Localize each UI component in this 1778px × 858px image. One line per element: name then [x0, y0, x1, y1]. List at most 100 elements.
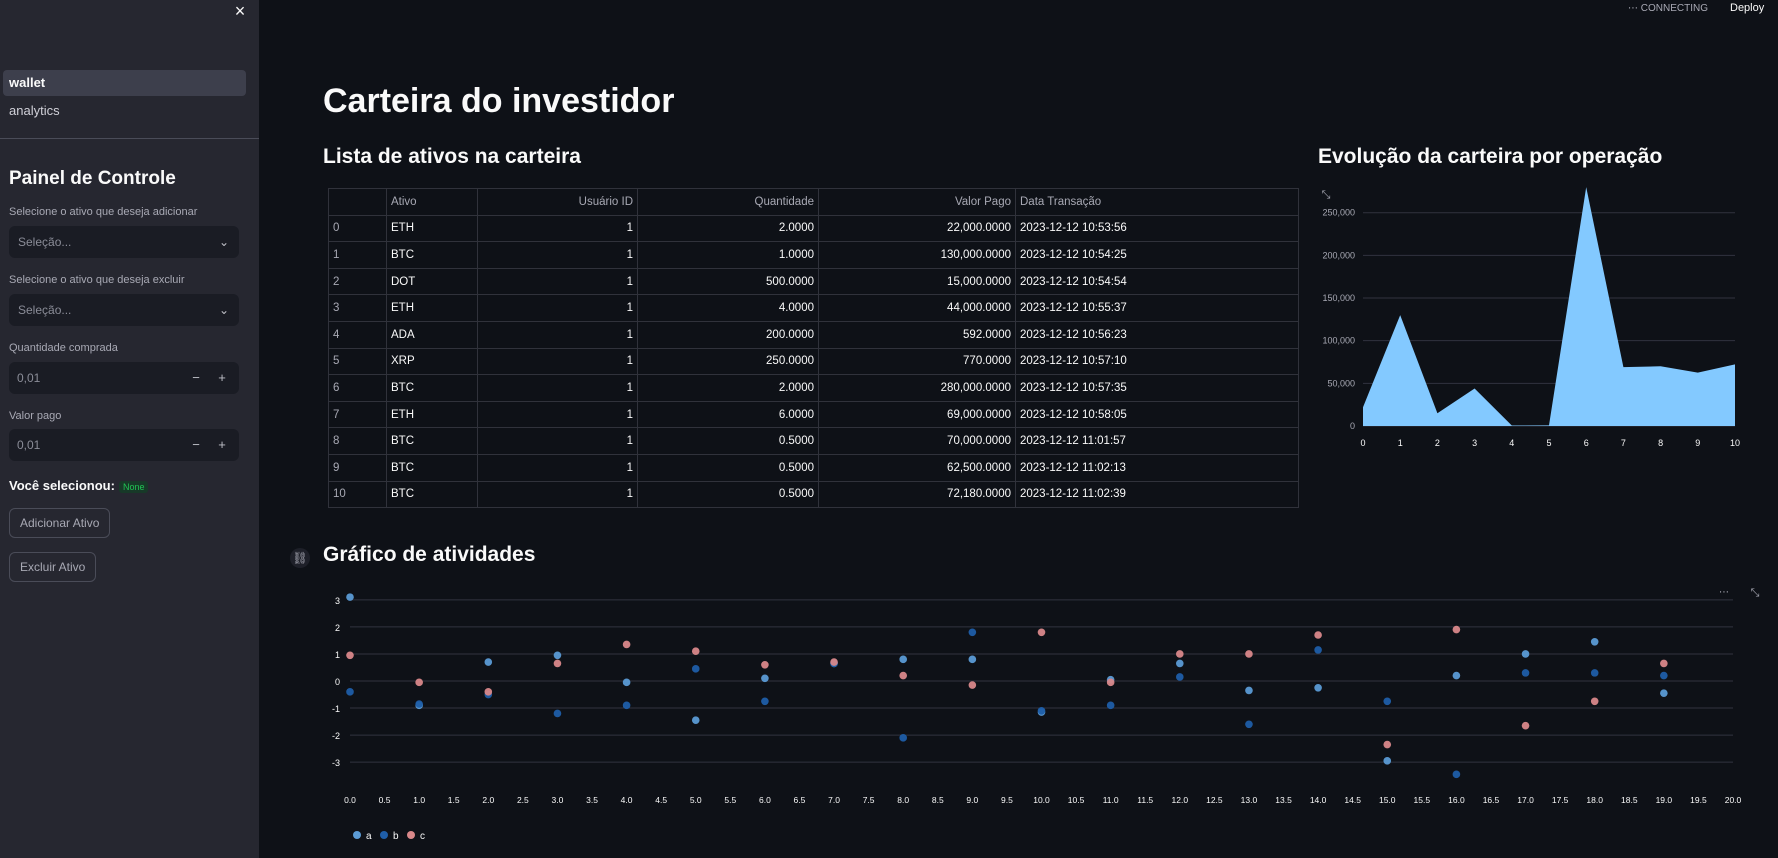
add-asset-button[interactable]: Adicionar Ativo: [9, 508, 111, 538]
column-header-data-transacao[interactable]: Data Transação: [1015, 188, 1299, 216]
cell-index[interactable]: 5: [328, 347, 387, 376]
cell-usuario-id[interactable]: 1: [477, 214, 638, 243]
cell-ativo[interactable]: BTC: [386, 241, 478, 269]
cell-ativo[interactable]: ETH: [386, 214, 478, 243]
remove-asset-button[interactable]: Excluir Ativo: [9, 552, 97, 582]
quantity-input[interactable]: 0,01: [17, 362, 40, 394]
paid-value-stepper[interactable]: 0,01 − +: [9, 429, 239, 461]
cell-data-transacao[interactable]: 2023-12-12 10:56:23: [1015, 320, 1299, 349]
cell-index[interactable]: 4: [328, 320, 387, 349]
increment-icon[interactable]: +: [210, 433, 234, 457]
cell-index[interactable]: 9: [328, 453, 387, 482]
cell-usuario-id[interactable]: 1: [477, 294, 638, 322]
column-header-usuario-id[interactable]: Usuário ID: [477, 188, 638, 216]
deploy-button[interactable]: Deploy: [1730, 2, 1764, 14]
cell-ativo[interactable]: DOT: [386, 267, 478, 296]
cell-quantidade[interactable]: 0.5000: [637, 480, 819, 509]
cell-valor-pago[interactable]: 72,180.0000: [818, 480, 1016, 509]
cell-usuario-id[interactable]: 1: [477, 400, 638, 429]
cell-index[interactable]: 10: [328, 480, 387, 509]
cell-valor-pago[interactable]: 70,000.0000: [818, 427, 1016, 455]
cell-quantidade[interactable]: 250.0000: [637, 347, 819, 376]
cell-quantidade[interactable]: 0.5000: [637, 427, 819, 455]
link-icon[interactable]: ⛓: [290, 548, 310, 568]
cell-data-transacao[interactable]: 2023-12-12 11:02:13: [1015, 453, 1299, 482]
cell-quantidade[interactable]: 0.5000: [637, 453, 819, 482]
nav-item-analytics[interactable]: analytics: [3, 98, 246, 124]
cell-valor-pago[interactable]: 62,500.0000: [818, 453, 1016, 482]
table-row[interactable]: 9 BTC 1 0.5000 62,500.0000 2023-12-12 11:02:1…: [328, 453, 1299, 482]
more-icon[interactable]: ⋯: [1628, 3, 1638, 14]
cell-usuario-id[interactable]: 1: [477, 320, 638, 349]
cell-index[interactable]: 2: [328, 267, 387, 296]
table-row[interactable]: 0 ETH 1 2.0000 22,000.0000 2023-12-12 10:53:5…: [328, 214, 1299, 243]
table-row[interactable]: 5 XRP 1 250.0000 770.0000 2023-12-12 10:57:10: [328, 347, 1299, 376]
cell-valor-pago[interactable]: 280,000.0000: [818, 374, 1016, 402]
cell-valor-pago[interactable]: 130,000.0000: [818, 241, 1016, 269]
remove-asset-select[interactable]: Seleção... ⌄: [9, 294, 239, 326]
cell-data-transacao[interactable]: 2023-12-12 11:01:57: [1015, 427, 1299, 455]
cell-valor-pago[interactable]: 69,000.0000: [818, 400, 1016, 429]
cell-valor-pago[interactable]: 592.0000: [818, 320, 1016, 349]
cell-ativo[interactable]: BTC: [386, 374, 478, 402]
cell-usuario-id[interactable]: 1: [477, 427, 638, 455]
cell-index[interactable]: 3: [328, 294, 387, 322]
cell-data-transacao[interactable]: 2023-12-12 10:57:35: [1015, 374, 1299, 402]
table-row[interactable]: 7 ETH 1 6.0000 69,000.0000 2023-12-12 10:58:0…: [328, 400, 1299, 429]
cell-ativo[interactable]: XRP: [386, 347, 478, 376]
cell-quantidade[interactable]: 2.0000: [637, 374, 819, 402]
cell-data-transacao[interactable]: 2023-12-12 10:54:25: [1015, 241, 1299, 269]
cell-ativo[interactable]: ETH: [386, 294, 478, 322]
cell-usuario-id[interactable]: 1: [477, 374, 638, 402]
cell-quantidade[interactable]: 1.0000: [637, 241, 819, 269]
cell-valor-pago[interactable]: 44,000.0000: [818, 294, 1016, 322]
cell-data-transacao[interactable]: 2023-12-12 10:55:37: [1015, 294, 1299, 322]
table-row[interactable]: 8 BTC 1 0.5000 70,000.0000 2023-12-12 11:01:5…: [328, 427, 1299, 455]
cell-data-transacao[interactable]: 2023-12-12 10:58:05: [1015, 400, 1299, 429]
increment-icon[interactable]: +: [210, 366, 234, 390]
cell-usuario-id[interactable]: 1: [477, 241, 638, 269]
table-row[interactable]: 3 ETH 1 4.0000 44,000.0000 2023-12-12 10:55:3…: [328, 294, 1299, 322]
cell-ativo[interactable]: BTC: [386, 453, 478, 482]
column-header-quantidade[interactable]: Quantidade: [637, 188, 819, 216]
cell-valor-pago[interactable]: 22,000.0000: [818, 214, 1016, 243]
cell-data-transacao[interactable]: 2023-12-12 10:57:10: [1015, 347, 1299, 376]
cell-index[interactable]: 8: [328, 427, 387, 455]
cell-usuario-id[interactable]: 1: [477, 480, 638, 509]
cell-ativo[interactable]: BTC: [386, 427, 478, 455]
decrement-icon[interactable]: −: [184, 433, 208, 457]
paid-value-input[interactable]: 0,01: [17, 429, 40, 461]
cell-data-transacao[interactable]: 2023-12-12 10:54:54: [1015, 267, 1299, 296]
add-asset-select[interactable]: Seleção... ⌄: [9, 226, 239, 258]
decrement-icon[interactable]: −: [184, 366, 208, 390]
nav-item-wallet[interactable]: wallet: [3, 70, 246, 96]
table-row[interactable]: 6 BTC 1 2.0000 280,000.0000 2023-12-12 10:57:…: [328, 374, 1299, 402]
cell-quantidade[interactable]: 6.0000: [637, 400, 819, 429]
table-row[interactable]: 10 BTC 1 0.5000 72,180.0000 2023-12-12 11:02:…: [328, 480, 1299, 509]
column-header-index[interactable]: [328, 188, 387, 216]
table-row[interactable]: 4 ADA 1 200.0000 592.0000 2023-12-12 10:56:23: [328, 320, 1299, 349]
cell-index[interactable]: 1: [328, 241, 387, 269]
cell-usuario-id[interactable]: 1: [477, 267, 638, 296]
table-row[interactable]: 2 DOT 1 500.0000 15,000.0000 2023-12-12 10:54…: [328, 267, 1299, 296]
cell-quantidade[interactable]: 4.0000: [637, 294, 819, 322]
cell-data-transacao[interactable]: 2023-12-12 10:53:56: [1015, 214, 1299, 243]
cell-ativo[interactable]: BTC: [386, 480, 478, 509]
cell-ativo[interactable]: ADA: [386, 320, 478, 349]
cell-ativo[interactable]: ETH: [386, 400, 478, 429]
cell-quantidade[interactable]: 500.0000: [637, 267, 819, 296]
cell-index[interactable]: 6: [328, 374, 387, 402]
column-header-ativo[interactable]: Ativo: [386, 188, 478, 216]
cell-usuario-id[interactable]: 1: [477, 347, 638, 376]
cell-usuario-id[interactable]: 1: [477, 453, 638, 482]
cell-quantidade[interactable]: 2.0000: [637, 214, 819, 243]
column-header-valor-pago[interactable]: Valor Pago: [818, 188, 1016, 216]
quantity-stepper[interactable]: 0,01 − +: [9, 362, 239, 394]
table-row[interactable]: 1 BTC 1 1.0000 130,000.0000 2023-12-12 10:54:…: [328, 241, 1299, 269]
close-sidebar-icon[interactable]: ×: [231, 2, 249, 20]
cell-quantidade[interactable]: 200.0000: [637, 320, 819, 349]
cell-data-transacao[interactable]: 2023-12-12 11:02:39: [1015, 480, 1299, 509]
cell-valor-pago[interactable]: 770.0000: [818, 347, 1016, 376]
cell-index[interactable]: 0: [328, 214, 387, 243]
expand-chart-icon[interactable]: ⤡: [1746, 584, 1764, 602]
